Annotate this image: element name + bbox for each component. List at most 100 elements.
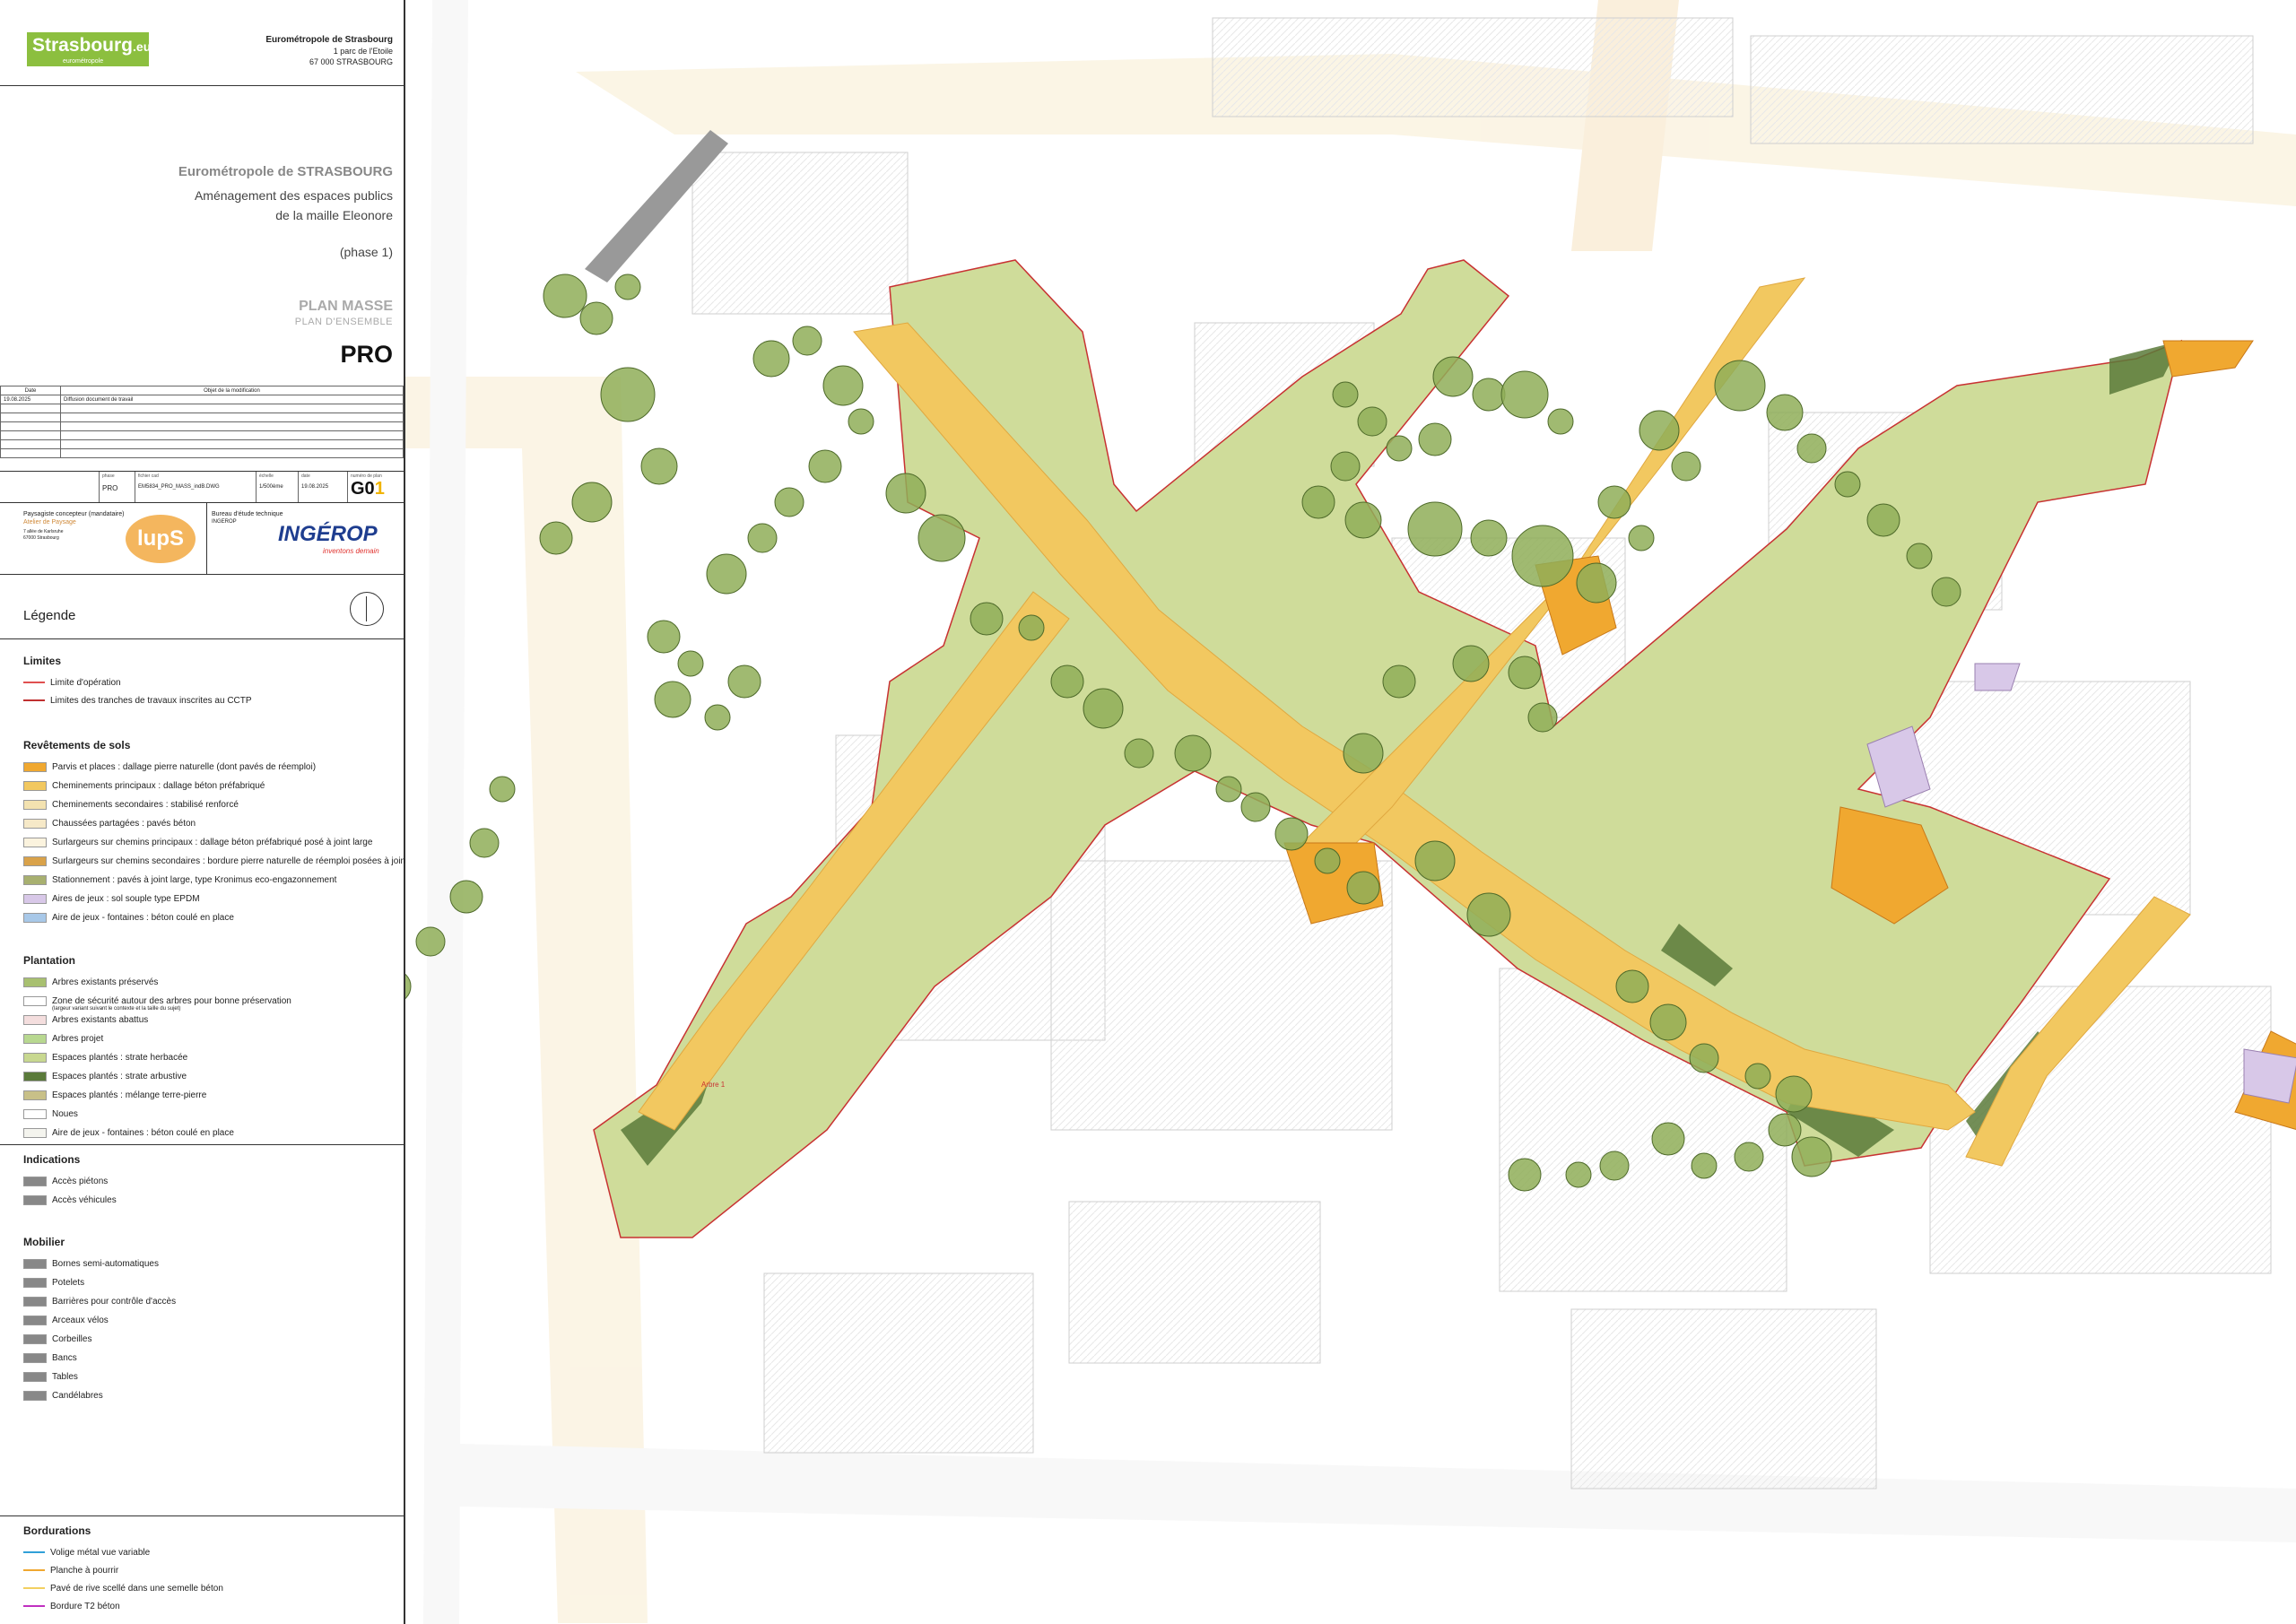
legend-item: Cheminements secondaires : stabilisé ren… (23, 800, 239, 811)
tree-icon (1744, 1063, 1771, 1090)
tree-icon (1834, 471, 1861, 498)
tree-icon (1332, 381, 1359, 408)
tree-icon (1791, 1136, 1832, 1177)
table-row: 19.08.2025 Diffusion document de travail (0, 395, 404, 404)
legend-item: Chaussées partagées : pavés béton (23, 819, 196, 829)
legend-item: Corbeilles (23, 1334, 91, 1345)
tree-icon (1215, 776, 1242, 803)
legend-swatch (23, 1587, 45, 1589)
legend-item: Cheminements principaux : dallage béton … (23, 781, 265, 792)
legend-swatch (23, 1259, 47, 1269)
legend-item: Surlargeurs sur chemins principaux : dal… (23, 838, 372, 848)
tree-icon (1511, 525, 1574, 587)
legend-swatch (23, 977, 47, 987)
tree-icon (543, 274, 587, 318)
drawing-id-row: phase PRO fichier cad EM5834_PRO_MASS_indB… (0, 471, 404, 503)
plan-subtype: PLAN D'ENSEMBLE (294, 317, 393, 327)
legend-item: Arbres existants abattus (23, 1015, 148, 1026)
legend-item: Limite d'opération (23, 678, 121, 689)
legend-swatch (23, 1128, 47, 1138)
tree-icon (1346, 871, 1380, 905)
legend-swatch (23, 1053, 47, 1063)
legend-item: Potelets (23, 1278, 84, 1289)
legend-item: Bornes semi-automatiques (23, 1259, 159, 1270)
tree-icon (1565, 1161, 1592, 1188)
map-label: Arbre 1 (701, 1081, 726, 1089)
ingerop-logo: INGÉROP (278, 522, 378, 546)
tree-icon (792, 326, 822, 356)
legend-swatch (23, 894, 47, 904)
stage-label: PRO (340, 341, 393, 368)
legend-item: Planche à pourrir (23, 1566, 118, 1576)
legend-swatch (23, 1391, 47, 1401)
legend-swatch (23, 1072, 47, 1081)
tree-icon (654, 681, 691, 718)
tree-icon (1432, 356, 1474, 397)
tree-icon (1274, 817, 1309, 851)
tree-icon (1508, 1158, 1542, 1192)
tree-icon (614, 274, 641, 300)
client-name: Eurométropole de STRASBOURG (178, 164, 393, 179)
legend-swatch (23, 1353, 47, 1363)
tree-icon (1174, 734, 1212, 772)
tree-icon (1775, 1075, 1813, 1113)
tree-icon (1714, 360, 1766, 412)
tree-icon (1414, 840, 1456, 881)
tree-icon (1931, 577, 1961, 607)
tree-icon (1597, 485, 1631, 519)
legend-swatch (23, 875, 47, 885)
legend-swatch (23, 838, 47, 847)
tree-icon (1418, 422, 1452, 456)
project-name: Aménagement des espaces publics de la ma… (194, 188, 393, 222)
plan-number: G01 (351, 479, 385, 499)
legend-item: Espaces plantés : strate herbacée (23, 1053, 187, 1064)
tree-icon (1508, 656, 1542, 690)
tree-icon (1314, 847, 1341, 874)
tree-icon (677, 650, 704, 677)
title-legend-panel: Strasbourg.eu eurométropole Eurométropol… (0, 0, 430, 1624)
tree-icon (1628, 525, 1655, 551)
tree-icon (1330, 451, 1361, 482)
legend-swatch (23, 913, 47, 923)
tree-icon (752, 340, 790, 378)
tree-icon (1527, 702, 1558, 733)
legend-swatch (23, 781, 47, 791)
legend-title: Légende (23, 608, 76, 623)
tree-icon (1452, 645, 1490, 682)
tree-icon (647, 620, 681, 654)
tree-icon (1547, 408, 1574, 435)
legend-swatch (23, 1297, 47, 1307)
legend-swatch (23, 1278, 47, 1288)
tree-icon (1671, 451, 1701, 482)
header-block: Strasbourg.eu eurométropole Eurométropol… (0, 0, 404, 86)
legend-swatch (23, 819, 47, 829)
legend-swatch (23, 1109, 47, 1119)
legend-item: Arbres projet (23, 1034, 103, 1045)
tree-icon (918, 514, 966, 562)
tree-icon (1124, 738, 1154, 769)
tree-icon (808, 449, 842, 483)
legend-item: Noues (23, 1109, 78, 1120)
plan-type: PLAN MASSE (299, 299, 393, 314)
tree-icon (1500, 370, 1549, 419)
legend-swatch (23, 1605, 45, 1607)
legend-item: Volige métal vue variable (23, 1548, 150, 1559)
tree-icon (571, 482, 613, 523)
legend-swatch (23, 1551, 45, 1553)
legend-swatch (23, 1316, 47, 1325)
legend-item: Aire de jeux - fontaines : béton coulé e… (23, 913, 234, 924)
tree-icon (1386, 435, 1413, 462)
legend-swatch (23, 699, 45, 701)
legend-item: Aire de jeux - fontaines : béton coulé e… (23, 1128, 234, 1139)
tree-icon (1240, 792, 1271, 822)
tree-icon (822, 365, 864, 406)
tree-icon (1906, 543, 1933, 569)
legend-item: Bordure T2 béton (23, 1602, 120, 1612)
legend-item: Bancs (23, 1353, 77, 1364)
tree-icon (747, 523, 778, 553)
legend-item: Pavé de rive scellé dans une semelle bét… (23, 1584, 223, 1594)
tree-icon (1866, 503, 1900, 537)
tree-icon (1382, 664, 1416, 699)
tree-icon (1796, 433, 1827, 464)
legend-item: Espaces plantés : mélange terre-pierre (23, 1090, 206, 1101)
